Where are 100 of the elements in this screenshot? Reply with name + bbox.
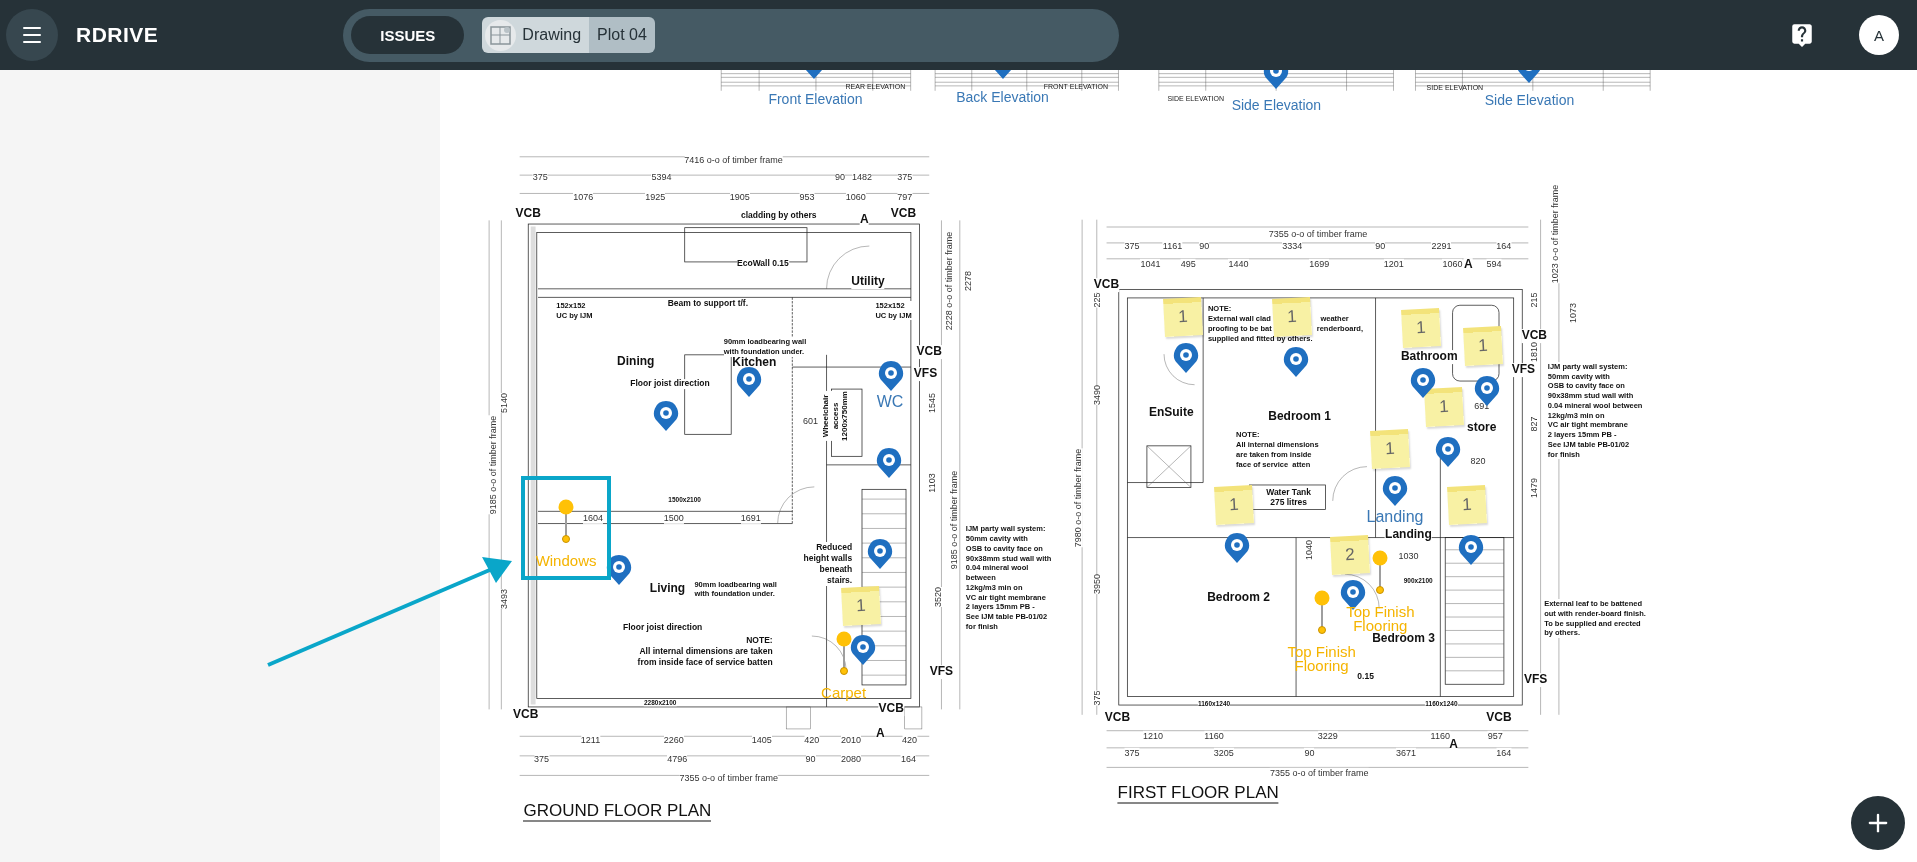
dimension-label: 1925 <box>645 191 666 202</box>
dimension-label: 90 <box>805 754 816 765</box>
location-pin-icon[interactable] <box>1410 367 1437 400</box>
breadcrumb-item[interactable]: Plot 04 <box>589 17 655 53</box>
dimension-label: 1691 <box>740 513 761 524</box>
dimension-label: 1160 <box>1430 730 1450 742</box>
dimension-label: 1103 <box>926 473 937 493</box>
sticky-note[interactable]: 1 <box>1447 484 1488 525</box>
dimension-label: 1060 <box>845 191 866 202</box>
sticky-note[interactable]: 1 <box>1400 307 1441 348</box>
drawing-annotation: Floor joist direction <box>622 623 703 634</box>
location-pin-icon[interactable] <box>1172 341 1199 374</box>
location-pin-icon[interactable] <box>1282 346 1309 379</box>
sticky-note[interactable]: 1 <box>1272 296 1313 337</box>
elevation-label: Front Elevation <box>768 91 863 107</box>
dimension-label: 1210 <box>1142 730 1163 742</box>
location-pin-icon[interactable] <box>653 400 680 433</box>
location-pin-icon[interactable] <box>1457 533 1484 566</box>
location-pin-icon[interactable] <box>1382 474 1408 507</box>
room-label: Utility <box>851 275 885 290</box>
sticky-note[interactable]: 2 <box>1329 535 1370 575</box>
help-button[interactable] <box>1789 22 1815 48</box>
elevation-label: Side Elevation <box>1484 92 1575 109</box>
dimension-label: 3950 <box>1091 574 1102 595</box>
dimension-label: 7355 o-o of timber frame <box>1268 228 1368 239</box>
symbol-label: VCB <box>878 702 904 716</box>
sticky-note[interactable]: 1 <box>1163 296 1204 337</box>
dimension-label: 2291 <box>1431 240 1452 251</box>
dimension-label: 1545 <box>926 393 937 414</box>
dimension-label: 1405 <box>751 734 772 745</box>
dimension-label: 2010 <box>840 734 861 745</box>
dimension-label: 3205 <box>1213 747 1234 759</box>
dimension-label: 7416 o-o of timber frame <box>684 155 783 166</box>
dimension-label: 1905 <box>729 191 750 202</box>
location-pin-icon[interactable] <box>850 633 877 666</box>
pin-label: Windows <box>534 554 598 569</box>
location-pin-icon[interactable] <box>736 366 763 398</box>
dimension-label: 5394 <box>651 172 672 183</box>
dimension-label: 164 <box>900 754 916 765</box>
dimension-label: 7355 o-o of timber frame <box>1269 767 1369 778</box>
dimension-label: 375 <box>1124 240 1140 251</box>
dimension-label: 375 <box>897 172 913 183</box>
pushpin-icon[interactable] <box>1371 549 1390 596</box>
location-pin-icon[interactable] <box>875 446 902 479</box>
dimension-label: 1041 <box>1140 258 1161 270</box>
pin-label: Top Finish Flooring <box>1345 604 1415 633</box>
drawing-annotation: EcoWall 0.15 <box>737 259 789 269</box>
dimension-label: 953 <box>799 191 815 202</box>
dimension-label: 1030 <box>1398 551 1419 562</box>
breadcrumb-item[interactable]: Drawing <box>482 17 590 53</box>
pushpin-icon[interactable] <box>834 631 853 678</box>
dimension-label: 3520 <box>932 586 943 607</box>
dimension-label: 495 <box>1180 258 1196 270</box>
dimension-label: 1211 <box>580 734 601 745</box>
dimension-label: 1810 <box>1529 342 1540 363</box>
location-pin-icon[interactable] <box>1434 435 1461 468</box>
dimension-label: 7355 o-o of timber frame <box>679 772 778 783</box>
dimension-label: 1604 <box>582 513 603 524</box>
dimension-label: 1482 <box>851 172 872 183</box>
dimension-label: 1023 o-o of timber frame <box>1549 184 1561 283</box>
location-pin-icon[interactable] <box>1473 374 1500 407</box>
dimension-label: 7980 o-o of timber frame <box>1073 448 1084 547</box>
elevation-label: Side Elevation <box>1231 97 1322 114</box>
menu-button[interactable] <box>6 9 58 61</box>
dimension-label: 1479 <box>1529 477 1540 498</box>
sticky-note[interactable]: 1 <box>1423 387 1464 428</box>
dimension-label: 375 <box>534 754 550 765</box>
drawing-label: WC <box>876 393 904 412</box>
dimension-label: 90 <box>1375 240 1386 251</box>
location-pin-icon[interactable] <box>1224 532 1251 565</box>
sticky-note[interactable]: 1 <box>1463 326 1503 366</box>
dimension-label: 3493 <box>498 589 509 610</box>
dimension-label: 1160 <box>1204 730 1224 742</box>
drawing-annotation: Floor joist direction <box>630 379 710 389</box>
dimension-label: 1040 <box>1304 540 1315 561</box>
user-avatar[interactable]: A <box>1859 15 1899 55</box>
room-label: Bathroom <box>1400 350 1458 364</box>
dimension-label: 1060 <box>1442 258 1463 270</box>
room-label: Landing <box>1385 528 1432 543</box>
sticky-note[interactable]: 1 <box>1370 428 1411 469</box>
sticky-note[interactable]: 1 <box>840 586 881 627</box>
symbol-label: A <box>1449 737 1458 752</box>
dimension-label: 1699 <box>1309 258 1330 270</box>
dimension-label: 4796 <box>667 754 688 765</box>
sticky-note[interactable]: 1 <box>1213 484 1254 525</box>
dimension-label: 375 <box>1091 690 1102 706</box>
dimension-label: 797 <box>897 191 913 202</box>
pin-label: Top Finish Flooring <box>1286 644 1357 674</box>
dimension-label: 2080 <box>840 754 861 765</box>
dimension-label: 164 <box>1496 747 1512 759</box>
dimension-label: 1201 <box>1383 258 1404 270</box>
location-pin-icon[interactable] <box>878 359 905 392</box>
pushpin-icon[interactable] <box>1312 589 1331 636</box>
location-pin-icon[interactable] <box>867 538 894 571</box>
brand-logo[interactable]: RDRIVE <box>76 23 159 47</box>
issues-tab[interactable]: ISSUES <box>351 16 465 54</box>
dimension-label: 90 <box>1304 747 1315 759</box>
pushpin-icon[interactable] <box>557 499 576 546</box>
dimension-label: 594 <box>1486 258 1502 270</box>
drawing-annotation: cladding by others <box>741 211 817 222</box>
